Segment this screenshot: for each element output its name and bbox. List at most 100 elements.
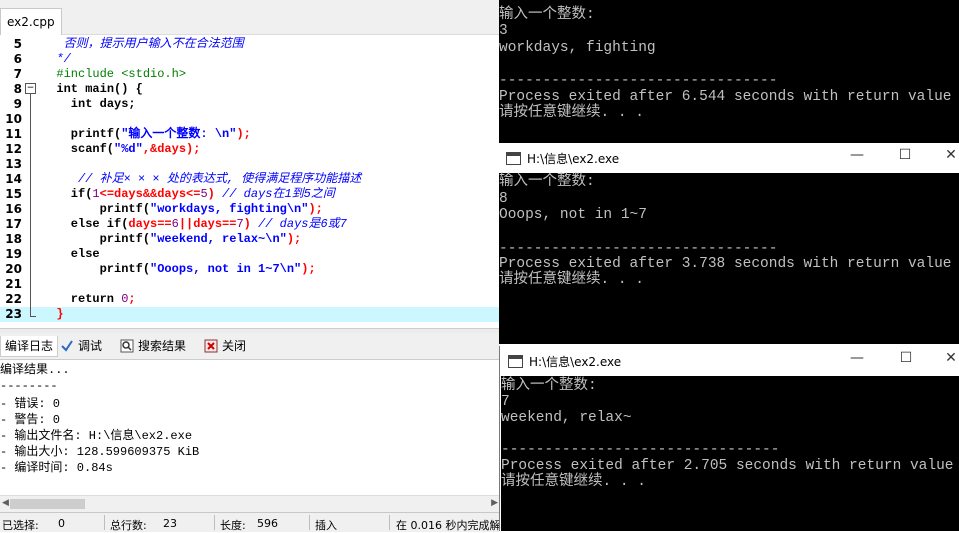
tab-debug-label: 调试 xyxy=(78,339,103,353)
console-output-line: 8 xyxy=(499,191,508,207)
log-line: - 编译时间: 0.84s xyxy=(0,461,113,475)
console-window-1[interactable]: 输入一个整数: 3 workdays, fighting -----------… xyxy=(499,0,959,143)
close-icon[interactable]: ✕ xyxy=(941,350,959,366)
log-line: -------- xyxy=(0,379,58,393)
status-selected-value: 0 xyxy=(58,517,65,530)
line-number: 12 xyxy=(5,142,22,156)
code-token: ); xyxy=(301,262,316,276)
console-output-line: 请按任意键继续. . . xyxy=(501,474,647,490)
checkmark-icon xyxy=(60,339,74,353)
code-token: ||days== xyxy=(178,217,237,231)
tab-compile-log[interactable]: 编译日志 xyxy=(0,336,59,357)
minimize-icon[interactable]: — xyxy=(847,147,867,163)
code-token: "输入一个整数: \n" xyxy=(121,127,237,141)
code-line[interactable]: 11 printf("输入一个整数: \n"); xyxy=(0,127,500,142)
code-line[interactable]: 6 */ xyxy=(0,52,500,67)
console-window-3[interactable]: H:\信息\ex2.exe — ☐ ✕ 输入一个整数: 7 weekend, r… xyxy=(501,346,959,531)
status-divider xyxy=(389,515,390,530)
code-token: ); xyxy=(308,202,323,216)
code-token: // 补足× × × 处的表达式, 使得满足程序功能描述 xyxy=(42,172,362,186)
status-divider xyxy=(104,515,105,530)
code-text: } xyxy=(42,307,63,322)
code-text: 否则，提示用户输入不在合法范围 xyxy=(42,37,244,52)
code-token: ); xyxy=(236,127,251,141)
maximize-icon[interactable]: ☐ xyxy=(895,147,915,163)
tab-search-results[interactable]: 搜索结果 xyxy=(116,336,190,356)
line-number: 5 xyxy=(13,37,22,51)
maximize-icon[interactable]: ☐ xyxy=(896,350,916,366)
line-number: 19 xyxy=(5,247,22,261)
code-line[interactable]: 9 int days; xyxy=(0,97,500,112)
code-token: days== xyxy=(128,217,172,231)
code-token: ,&days); xyxy=(142,142,201,156)
status-divider xyxy=(309,515,310,530)
line-number: 10 xyxy=(5,112,22,126)
code-text: printf("Ooops, not in 1~7\n"); xyxy=(42,262,316,277)
code-line[interactable]: 18 printf("weekend, relax~\n"); xyxy=(0,232,500,247)
code-token: 1 xyxy=(92,187,100,201)
code-line[interactable]: 7 #include <stdio.h> xyxy=(0,67,500,82)
scrollbar-thumb[interactable] xyxy=(10,499,85,509)
minimize-icon[interactable]: — xyxy=(847,350,867,366)
code-line[interactable]: 22 return 0; xyxy=(0,292,500,307)
code-line[interactable]: 14 // 补足× × × 处的表达式, 使得满足程序功能描述 xyxy=(0,172,500,187)
console-output-line: 输入一个整数: xyxy=(499,174,595,190)
line-number: 21 xyxy=(5,277,22,291)
console-window-2[interactable]: H:\信息\ex2.exe — ☐ ✕ 输入一个整数: 8 Ooops, not… xyxy=(499,143,959,344)
scroll-left-icon[interactable]: ◀ xyxy=(2,498,9,508)
code-line[interactable]: 20 printf("Ooops, not in 1~7\n"); xyxy=(0,262,500,277)
code-line[interactable]: 21 xyxy=(0,277,500,292)
code-token: 5 xyxy=(200,187,208,201)
code-line[interactable]: 16 printf("workdays, fighting\n"); xyxy=(0,202,500,217)
code-token: printf( xyxy=(42,127,122,141)
line-number: 22 xyxy=(5,292,22,306)
line-number: 8 xyxy=(13,82,22,96)
code-token: if( xyxy=(42,187,93,201)
code-text: else if(days==6||days==7) // days是6或7 xyxy=(42,217,347,232)
code-text: if(1<=days&&days<=5) // days在1到5之间 xyxy=(42,187,335,202)
code-line[interactable]: 10 xyxy=(0,112,500,127)
console-titlebar[interactable]: H:\信息\ex2.exe — ☐ ✕ xyxy=(501,346,959,376)
line-number: 20 xyxy=(5,262,22,276)
code-token: return xyxy=(42,292,122,306)
fold-toggle-icon[interactable]: − xyxy=(25,83,36,94)
console-output-line: 3 xyxy=(499,23,508,39)
console-output-line: 请按任意键继续. . . xyxy=(499,272,645,288)
code-line[interactable]: 13 xyxy=(0,157,500,172)
code-token: #include <stdio.h> xyxy=(42,67,187,81)
tab-debug[interactable]: 调试 xyxy=(56,336,106,356)
status-length-value: 596 xyxy=(257,517,278,530)
code-token: ; xyxy=(128,292,136,306)
code-editor[interactable]: 5 否则，提示用户输入不在合法范围 6 */7 #include <stdio.h… xyxy=(0,35,500,327)
code-line[interactable]: 17 else if(days==6||days==7) // days是6或7 xyxy=(0,217,500,232)
line-number: 7 xyxy=(13,67,22,81)
code-line[interactable]: 5 否则，提示用户输入不在合法范围 xyxy=(0,37,500,52)
ide-window: ex2.cpp 5 否则，提示用户输入不在合法范围 6 */7 #include … xyxy=(0,0,511,532)
line-number: 18 xyxy=(5,232,22,246)
tab-close[interactable]: 关闭 xyxy=(200,336,250,356)
code-line[interactable]: 19 else xyxy=(0,247,500,262)
code-line[interactable]: 23 } xyxy=(0,307,500,322)
line-number: 13 xyxy=(5,157,22,171)
code-token: // days在1到5之间 xyxy=(222,187,335,201)
fold-guide-line xyxy=(30,94,31,317)
code-line[interactable]: 8 int main() { xyxy=(0,82,500,97)
fold-guide-end xyxy=(30,316,36,317)
code-text: */ xyxy=(42,52,71,67)
editor-tab-ex2[interactable]: ex2.cpp xyxy=(0,8,62,35)
console-app-icon xyxy=(506,152,521,165)
code-line[interactable]: 1 5 if(1<=days&&days<=5) // days在1到5之间 xyxy=(0,187,500,202)
editor-tabbar: ex2.cpp xyxy=(0,0,500,35)
console-titlebar[interactable]: H:\信息\ex2.exe — ☐ ✕ xyxy=(499,143,959,173)
horizontal-scrollbar[interactable]: ◀ ▶ xyxy=(0,495,500,512)
code-token: 6 xyxy=(171,217,179,231)
log-line: 编译结果... xyxy=(0,363,70,377)
close-icon xyxy=(204,339,218,353)
code-token: */ xyxy=(42,52,71,66)
tab-compile-log-label: 编译日志 xyxy=(5,339,54,353)
scroll-right-icon[interactable]: ▶ xyxy=(491,498,498,508)
code-text: #include <stdio.h> xyxy=(42,67,186,82)
close-icon[interactable]: ✕ xyxy=(941,147,959,163)
code-line[interactable]: 12 scanf("%d",&days); xyxy=(0,142,500,157)
status-bar: 已选择: 0 总行数: 23 长度: 596 插入 在 0.016 秒内完成解析 xyxy=(0,512,511,532)
